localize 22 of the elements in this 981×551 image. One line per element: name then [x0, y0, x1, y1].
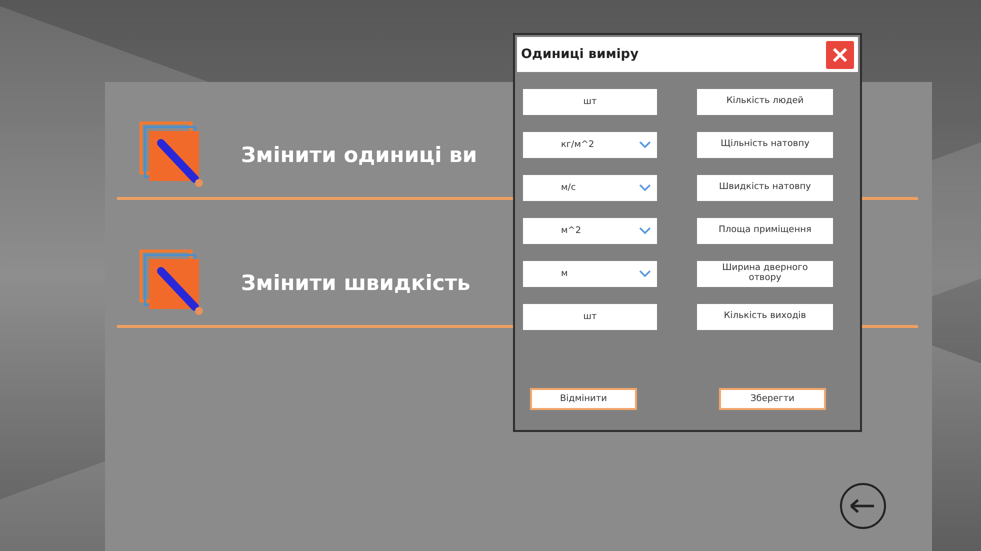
quantity-label: Кількість людей	[697, 89, 833, 115]
chevron-icon	[639, 141, 651, 149]
unit-dropdown[interactable]: кг/м^2	[523, 132, 657, 158]
dialog-button[interactable]: Зберегти	[719, 388, 826, 410]
quantity-label: Щільність натовпу	[697, 132, 833, 158]
quantity-label: Кількість виходів	[697, 304, 833, 330]
unit-dropdown[interactable]: м	[523, 261, 657, 287]
back-button[interactable]	[838, 481, 888, 531]
unit-dropdown[interactable]: м/с	[523, 175, 657, 201]
unit-field[interactable]: шт	[523, 304, 657, 330]
close-icon	[832, 46, 848, 62]
dialog-title: Одиниці виміру	[521, 47, 639, 62]
quantity-label: Швидкість натовпу	[697, 175, 833, 201]
unit-field[interactable]: шт	[523, 89, 657, 115]
chevron-icon	[639, 270, 651, 278]
quantity-label: Ширина дверного отвору	[697, 261, 833, 287]
chevron-icon	[639, 227, 651, 235]
chevron-icon	[639, 184, 651, 192]
dialog-button[interactable]: Відмінити	[530, 388, 637, 410]
quantity-label: Площа приміщення	[697, 218, 833, 244]
close-button[interactable]	[826, 40, 854, 68]
unit-dropdown[interactable]: м^2	[523, 218, 657, 244]
